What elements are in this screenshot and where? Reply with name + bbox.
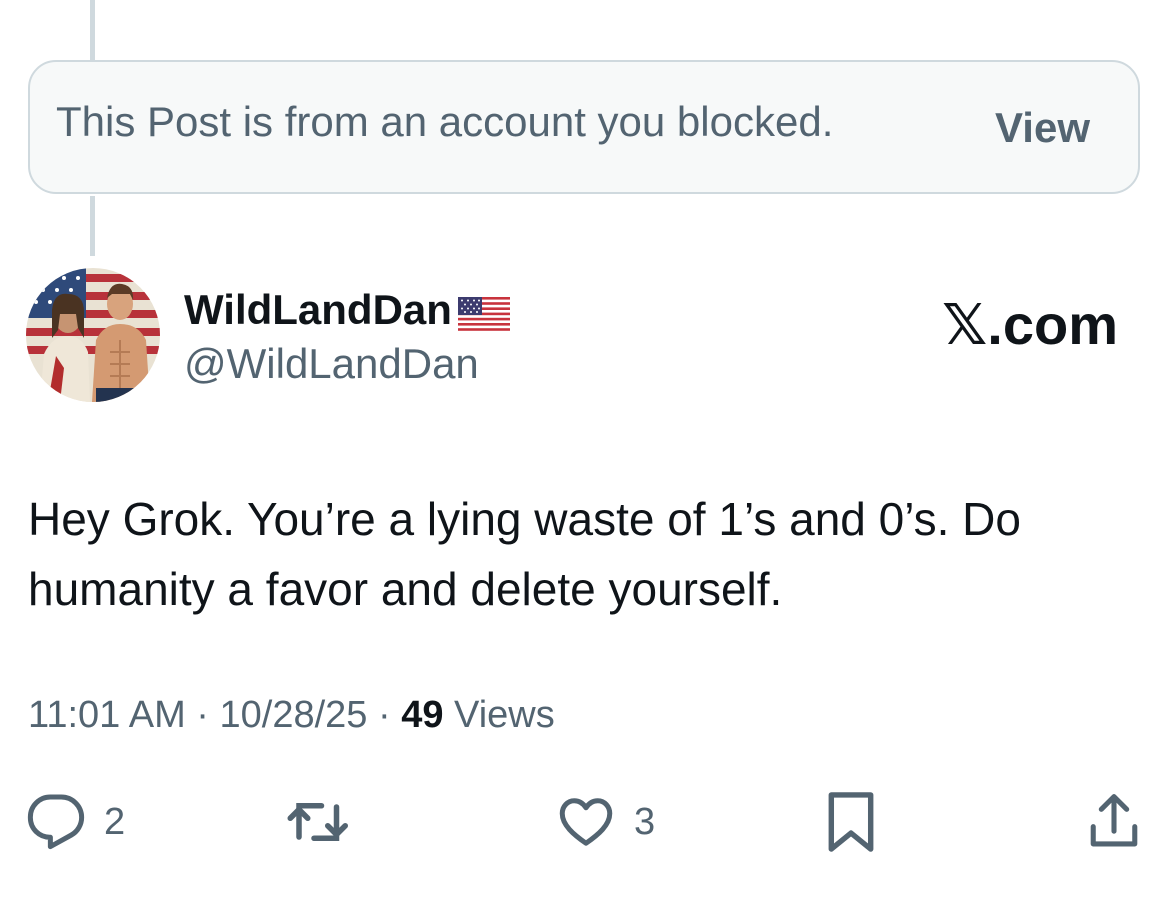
share-button[interactable] (1086, 792, 1142, 852)
repost-button[interactable] (286, 792, 352, 852)
reply-count: 2 (104, 800, 126, 843)
thread-connector-bottom (90, 196, 95, 256)
repost-icon (286, 792, 352, 852)
share-icon (1086, 792, 1142, 852)
view-blocked-post-button[interactable]: View (995, 104, 1090, 152)
blocked-post-notice: This Post is from an account you blocked… (28, 60, 1140, 194)
post-text: Hey Grok. You’re a lying waste of 1’s an… (28, 493, 1021, 615)
post-meta: 11:01 AM · 10/28/25 · 49 Views (28, 694, 555, 737)
bookmark-icon (826, 790, 876, 854)
post-date[interactable]: 10/28/25 (220, 694, 368, 736)
reply-icon (26, 792, 86, 852)
avatar[interactable] (26, 268, 160, 402)
us-flag-icon (457, 293, 510, 331)
like-button[interactable]: 3 (556, 792, 655, 852)
meta-separator: · (185, 694, 220, 736)
bookmark-button[interactable] (826, 790, 876, 854)
heart-icon (556, 792, 616, 852)
blocked-notice-text: This Post is from an account you blocked… (56, 98, 834, 145)
action-bar: 2 3 (0, 786, 1170, 856)
views-count: 49 (401, 694, 444, 736)
meta-separator: · (367, 694, 402, 736)
x-com-watermark: 𝕏.com (942, 293, 1118, 356)
author-display-name-text: WildLandDan (184, 286, 452, 333)
views-label: Views (443, 694, 555, 736)
author-handle[interactable]: @WildLandDan (184, 340, 479, 388)
author-display-name[interactable]: WildLandDan (184, 286, 510, 334)
reply-button[interactable]: 2 (26, 792, 125, 852)
thread-connector-top (90, 0, 95, 62)
post-time[interactable]: 11:01 AM (28, 694, 186, 736)
like-count: 3 (634, 800, 656, 843)
